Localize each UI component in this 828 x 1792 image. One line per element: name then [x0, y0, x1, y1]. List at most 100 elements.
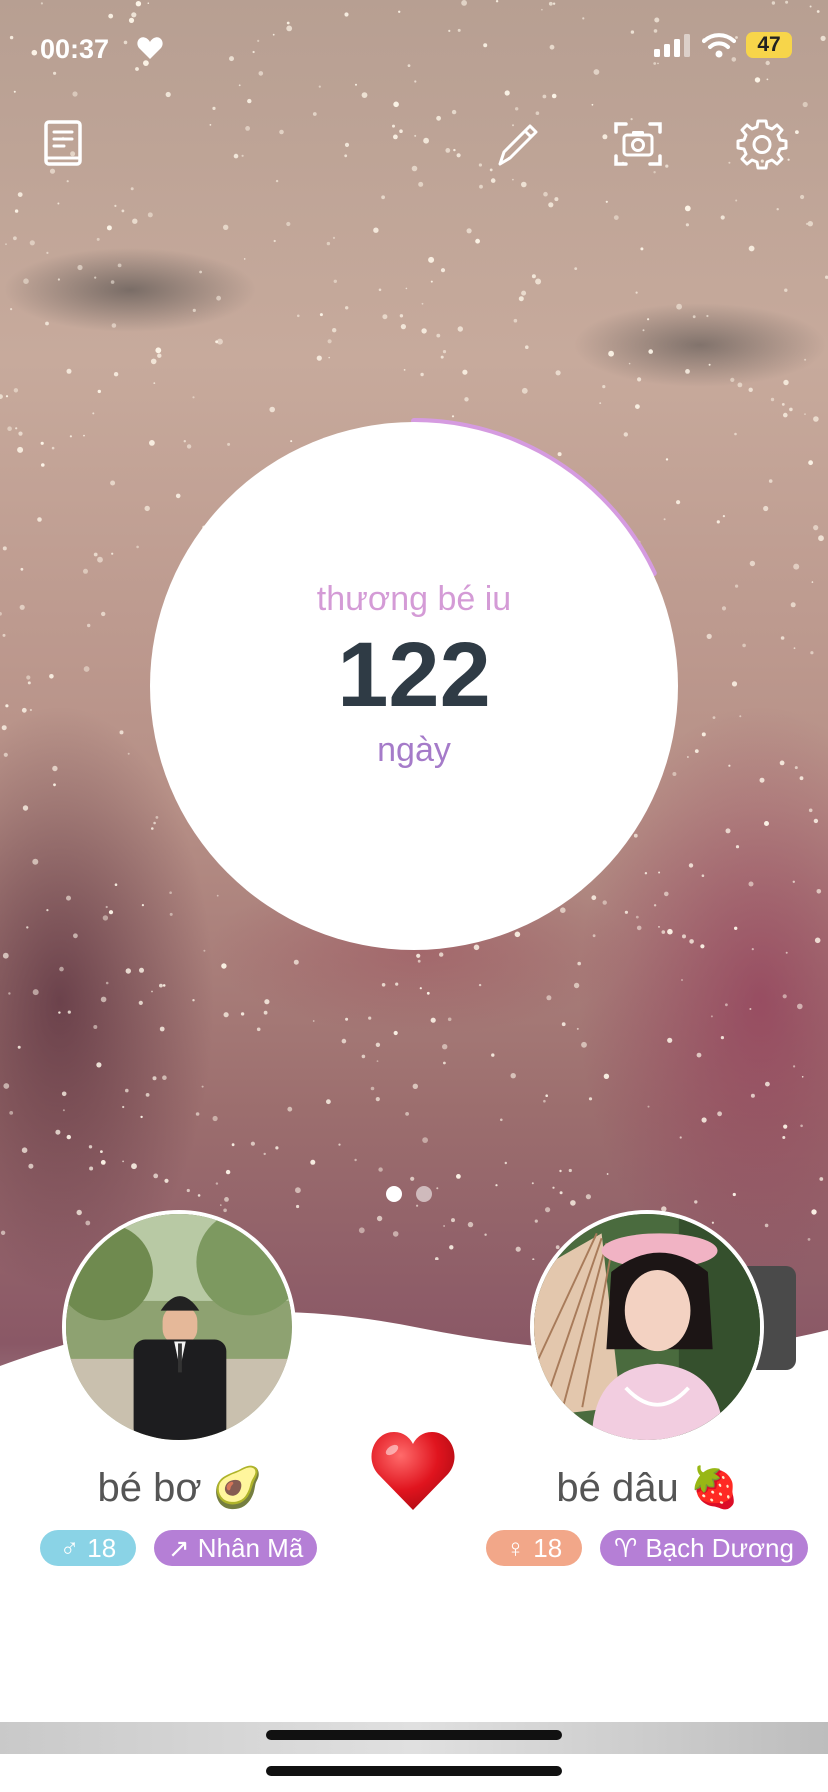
sparkle-dot: [667, 1037, 673, 1043]
sparkle-dot: [582, 17, 585, 20]
sparkle-dot: [687, 756, 689, 758]
sparkle-dot: [21, 1147, 28, 1153]
sparkle-dot: [5, 395, 9, 398]
sparkle-dot: [332, 236, 336, 239]
sparkle-dot: [2, 546, 7, 551]
sparkle-dot: [819, 1177, 824, 1181]
sparkle-dot: [802, 101, 808, 108]
sparkle-dot: [411, 165, 418, 172]
sparkle-dot: [748, 387, 753, 392]
sparkle-dot: [21, 707, 27, 713]
book-button[interactable]: [38, 118, 90, 170]
day-counter[interactable]: thương bé iu 122 ngày: [150, 422, 678, 950]
sparkle-dot: [5, 704, 9, 708]
sparkle-dot: [100, 1160, 106, 1165]
sparkle-dot: [442, 350, 447, 354]
sparkle-dot: [548, 1, 553, 6]
sparkle-dot: [256, 1027, 261, 1032]
sparkle-dot: [635, 291, 638, 294]
wifi-icon: [702, 33, 736, 58]
sparkle-dot: [121, 209, 125, 213]
sparkle-dot: [136, 545, 139, 549]
sparkle-dot: [457, 28, 461, 32]
sparkle-dot: [51, 446, 55, 450]
sparkle-dot: [559, 1169, 562, 1173]
sparkle-dot: [13, 90, 16, 93]
avatar-right[interactable]: [530, 1210, 764, 1444]
sparkle-dot: [749, 1008, 752, 1010]
sparkle-dot: [728, 764, 731, 767]
sparkle-dot: [0, 394, 3, 399]
sparkle-dot: [515, 1246, 521, 1252]
settings-button[interactable]: [736, 118, 788, 170]
sparkle-dot: [32, 858, 39, 865]
sparkle-dot: [781, 403, 785, 406]
sparkle-dot: [319, 313, 323, 317]
sparkle-dot: [358, 1227, 365, 1234]
sparkle-dot: [776, 208, 779, 211]
sparkle-dot: [32, 989, 39, 996]
sparkle-dot: [157, 353, 162, 358]
sparkle-dot: [711, 1221, 715, 1224]
sparkle-dot: [784, 288, 788, 292]
sparkle-dot: [97, 556, 103, 563]
sparkle-dot: [17, 1045, 21, 1049]
sparkle-dot: [405, 287, 408, 290]
sparkle-dot: [231, 1143, 235, 1147]
sparkle-dot: [449, 1245, 454, 1250]
sparkle-dot: [759, 777, 765, 783]
sparkle-dot: [40, 441, 44, 445]
sparkle-dot: [216, 338, 223, 345]
sparkle-dot: [642, 329, 645, 332]
sparkle-dot: [456, 1174, 461, 1179]
sparkle-dot: [122, 1160, 124, 1163]
sparkle-dot: [132, 218, 138, 224]
sparkle-dot: [780, 636, 785, 640]
sparkle-dot: [525, 345, 529, 350]
home-indicator[interactable]: [266, 1766, 562, 1776]
sparkle-dot: [630, 30, 635, 34]
sparkle-dot: [332, 328, 337, 333]
sparkle-dot: [416, 953, 421, 958]
partner-right-name[interactable]: bé dâu 🍓: [498, 1464, 798, 1511]
sparkle-dot: [447, 1017, 452, 1022]
sparkle-dot: [732, 1192, 736, 1197]
sparkle-dot: [361, 92, 368, 98]
sparkle-dot: [250, 1141, 255, 1146]
avatar-left[interactable]: [62, 1210, 296, 1444]
sparkle-dot: [484, 1233, 487, 1236]
sparkle-dot: [257, 39, 260, 43]
sparkle-dot: [696, 1052, 702, 1058]
sparkle-dot: [26, 926, 29, 929]
partner-left-name[interactable]: bé bơ 🥑: [30, 1464, 330, 1511]
sparkle-dot: [83, 434, 85, 437]
screenshot-button[interactable]: [612, 118, 664, 170]
sparkle-dot: [9, 1111, 14, 1115]
sparkle-dot: [716, 520, 720, 524]
sparkle-dot: [512, 178, 514, 181]
sparkle-dot: [263, 1152, 266, 1156]
sparkle-dot: [19, 604, 25, 610]
page-dot[interactable]: [416, 1186, 432, 1202]
sparkle-dot: [373, 227, 379, 233]
sparkle-dot: [765, 60, 770, 66]
home-indicator[interactable]: [266, 1730, 562, 1740]
page-dot-active[interactable]: [386, 1186, 402, 1202]
sparkle-dot: [345, 306, 349, 310]
sparkle-dot: [443, 1061, 446, 1065]
sparkle-dot: [602, 385, 606, 389]
edit-button[interactable]: [492, 118, 544, 170]
sparkle-dot: [794, 766, 798, 770]
sparkle-dot: [688, 863, 694, 868]
sparkle-dot: [400, 324, 406, 330]
sparkle-dot: [13, 236, 17, 241]
sparkle-dot: [701, 874, 705, 877]
sparkle-dot: [490, 178, 496, 183]
sparkle-dot: [504, 1161, 507, 1165]
sparkle-dot: [110, 280, 115, 284]
sparkle-dot: [559, 1191, 563, 1195]
sparkle-dot: [647, 1105, 650, 1108]
sparkle-dot: [436, 1187, 439, 1190]
sparkle-dot: [247, 98, 252, 104]
sparkle-dot: [399, 129, 403, 133]
